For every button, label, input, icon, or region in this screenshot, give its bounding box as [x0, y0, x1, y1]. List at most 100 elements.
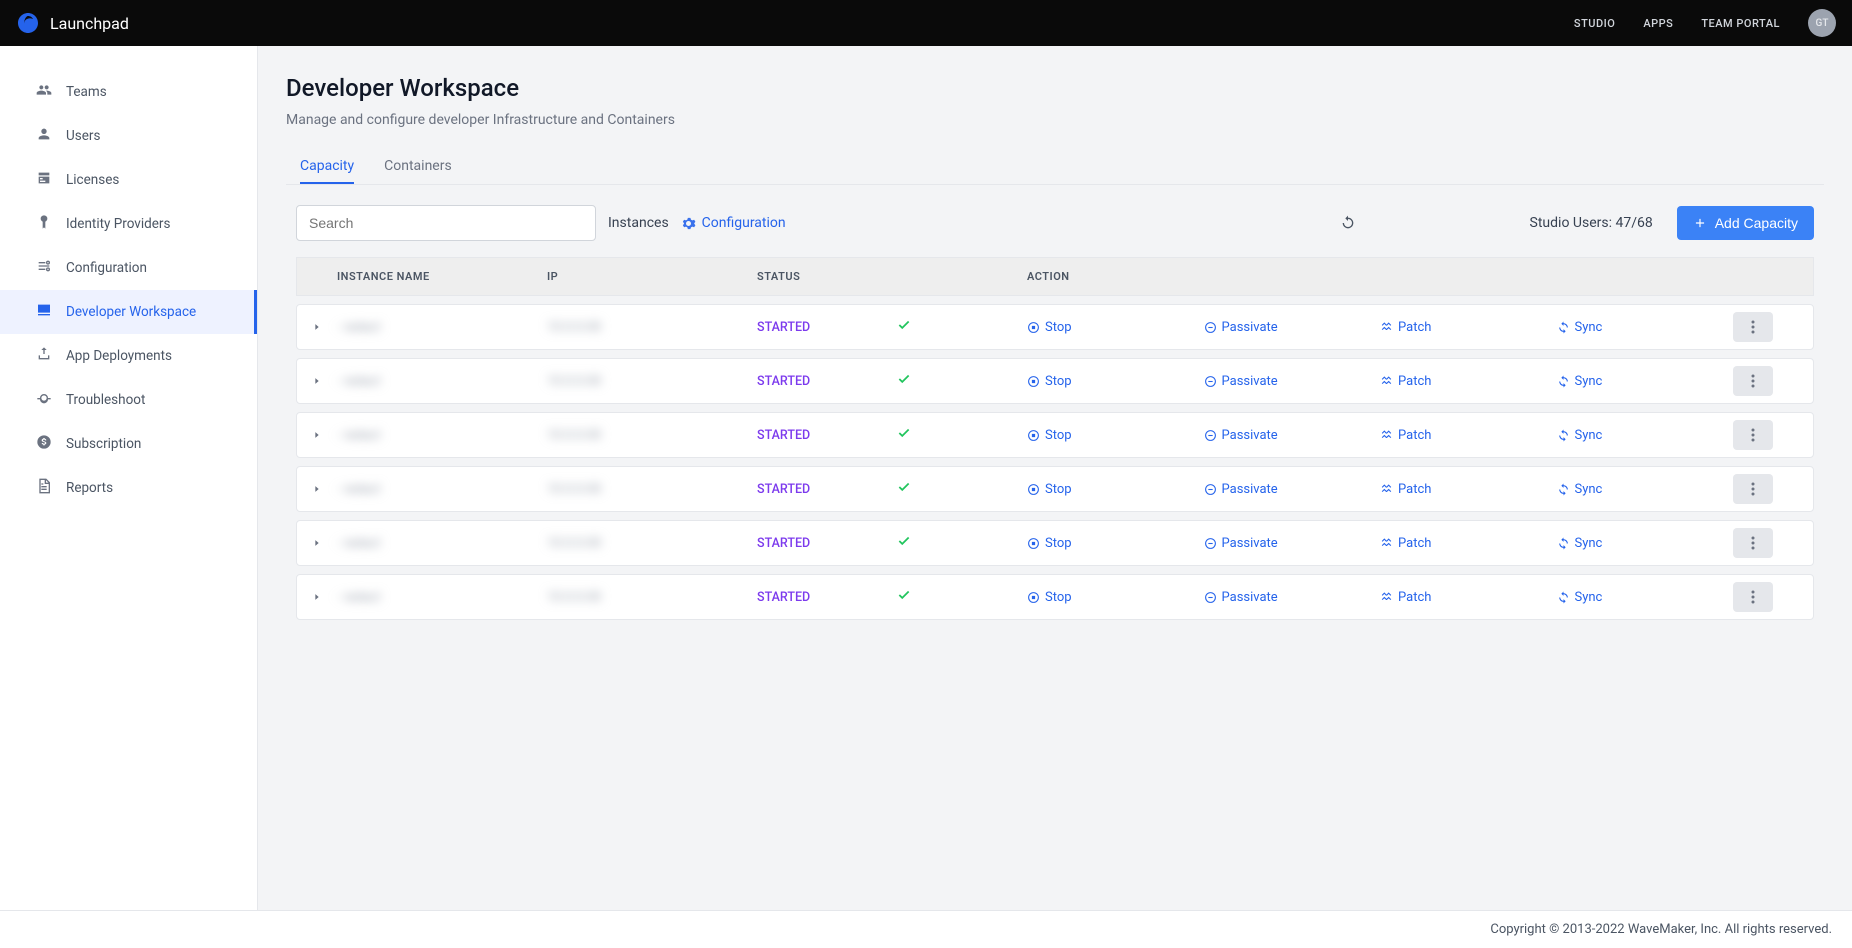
chevron-right-icon: [312, 592, 322, 602]
sidebar-item-label: Developer Workspace: [66, 304, 196, 320]
sidebar-item-label: Teams: [66, 84, 107, 100]
kebab-icon: [1751, 320, 1755, 334]
passivate-action[interactable]: Passivate: [1204, 320, 1381, 335]
page-subtitle: Manage and configure developer Infrastru…: [286, 112, 1824, 128]
instance-ip-cell: 10.0.0.00: [547, 374, 757, 389]
user-avatar[interactable]: GT: [1808, 9, 1836, 37]
table-row: - redact 10.0.0.00 STARTED Stop Passivat…: [296, 574, 1814, 620]
sidebar-item-configuration[interactable]: Configuration: [0, 246, 251, 290]
sidebar-item-reports[interactable]: Reports: [0, 466, 251, 510]
stop-action[interactable]: Stop: [1027, 536, 1204, 551]
check-icon: [897, 426, 911, 440]
refresh-icon[interactable]: [1340, 215, 1356, 231]
kebab-icon: [1751, 482, 1755, 496]
header-link-team-portal[interactable]: TEAM PORTAL: [1701, 17, 1780, 30]
instance-ip-cell: 10.0.0.00: [547, 590, 757, 605]
sidebar-item-label: Reports: [66, 480, 113, 496]
status-cell: STARTED: [757, 590, 897, 605]
expand-row-button[interactable]: [297, 484, 337, 494]
copyright: Copyright © 2013-2022 WaveMaker, Inc. Al…: [1490, 922, 1832, 937]
patch-action[interactable]: Patch: [1380, 374, 1557, 389]
sync-action[interactable]: Sync: [1557, 374, 1734, 389]
row-more-button[interactable]: [1733, 420, 1773, 450]
sidebar-item-subscription[interactable]: Subscription: [0, 422, 251, 466]
patch-action[interactable]: Patch: [1380, 590, 1557, 605]
patch-action[interactable]: Patch: [1380, 536, 1557, 551]
expand-row-button[interactable]: [297, 376, 337, 386]
expand-row-button[interactable]: [297, 538, 337, 548]
sync-action[interactable]: Sync: [1557, 482, 1734, 497]
row-more-button[interactable]: [1733, 582, 1773, 612]
sidebar-item-label: Users: [66, 128, 100, 144]
instance-name-cell: - redact: [337, 482, 547, 497]
chevron-right-icon: [312, 322, 322, 332]
stop-action[interactable]: Stop: [1027, 590, 1204, 605]
column-header-action: ACTION: [1027, 270, 1204, 283]
configuration-label: Configuration: [702, 215, 786, 231]
passivate-action[interactable]: Passivate: [1204, 482, 1381, 497]
users-icon: [36, 126, 52, 146]
passivate-action[interactable]: Passivate: [1204, 536, 1381, 551]
row-more-button[interactable]: [1733, 528, 1773, 558]
instance-ip-cell: 10.0.0.00: [547, 320, 757, 335]
add-capacity-button[interactable]: Add Capacity: [1677, 206, 1814, 240]
instances-table: INSTANCE NAME IP STATUS ACTION - redact …: [296, 257, 1814, 620]
page-title: Developer Workspace: [286, 74, 1824, 102]
sidebar-item-users[interactable]: Users: [0, 114, 251, 158]
health-check-icon: [897, 480, 1027, 498]
patch-action[interactable]: Patch: [1380, 482, 1557, 497]
row-more-button[interactable]: [1733, 366, 1773, 396]
health-check-icon: [897, 372, 1027, 390]
header-link-studio[interactable]: STUDIO: [1574, 17, 1615, 30]
sidebar-item-identity-providers[interactable]: Identity Providers: [0, 202, 251, 246]
row-more-button[interactable]: [1733, 312, 1773, 342]
tab-capacity[interactable]: Capacity: [300, 150, 354, 184]
chevron-right-icon: [312, 430, 322, 440]
sidebar-item-troubleshoot[interactable]: Troubleshoot: [0, 378, 251, 422]
sidebar-item-label: Licenses: [66, 172, 119, 188]
tabs: Capacity Containers: [286, 150, 1824, 185]
instance-name-cell: - redact: [337, 374, 547, 389]
sync-action[interactable]: Sync: [1557, 590, 1734, 605]
check-icon: [897, 588, 911, 602]
row-more-button[interactable]: [1733, 474, 1773, 504]
expand-row-button[interactable]: [297, 592, 337, 602]
stop-action[interactable]: Stop: [1027, 482, 1204, 497]
passivate-action[interactable]: Passivate: [1204, 590, 1381, 605]
passivate-action[interactable]: Passivate: [1204, 428, 1381, 443]
teams-icon: [36, 82, 52, 102]
instance-ip-cell: 10.0.0.00: [547, 428, 757, 443]
passivate-action[interactable]: Passivate: [1204, 374, 1381, 389]
patch-action[interactable]: Patch: [1380, 320, 1557, 335]
search-input[interactable]: [296, 205, 596, 241]
table-row: - redact 10.0.0.00 STARTED Stop Passivat…: [296, 520, 1814, 566]
instance-name-cell: - redact: [337, 428, 547, 443]
toolbar: Instances Configuration Studio Users: 47…: [286, 205, 1824, 257]
reports-icon: [36, 478, 52, 498]
sync-action[interactable]: Sync: [1557, 428, 1734, 443]
footer: Copyright © 2013-2022 WaveMaker, Inc. Al…: [0, 910, 1852, 948]
sync-action[interactable]: Sync: [1557, 320, 1734, 335]
tab-containers[interactable]: Containers: [384, 150, 452, 184]
header-link-apps[interactable]: APPS: [1643, 17, 1673, 30]
sidebar-item-licenses[interactable]: Licenses: [0, 158, 251, 202]
sidebar-item-app-deployments[interactable]: App Deployments: [0, 334, 251, 378]
stop-action[interactable]: Stop: [1027, 374, 1204, 389]
sidebar-item-label: App Deployments: [66, 348, 172, 364]
configuration-link[interactable]: Configuration: [681, 215, 786, 231]
check-icon: [897, 372, 911, 386]
stop-action[interactable]: Stop: [1027, 320, 1204, 335]
stop-action[interactable]: Stop: [1027, 428, 1204, 443]
instance-name-cell: - redact: [337, 536, 547, 551]
instance-ip-cell: 10.0.0.00: [547, 482, 757, 497]
column-header-ip: IP: [547, 270, 757, 283]
expand-row-button[interactable]: [297, 430, 337, 440]
sync-action[interactable]: Sync: [1557, 536, 1734, 551]
patch-action[interactable]: Patch: [1380, 428, 1557, 443]
expand-row-button[interactable]: [297, 322, 337, 332]
chevron-right-icon: [312, 538, 322, 548]
sidebar-item-developer-workspace[interactable]: Developer Workspace: [0, 290, 257, 334]
sidebar-item-teams[interactable]: Teams: [0, 70, 251, 114]
health-check-icon: [897, 318, 1027, 336]
table-row: - redact 10.0.0.00 STARTED Stop Passivat…: [296, 304, 1814, 350]
